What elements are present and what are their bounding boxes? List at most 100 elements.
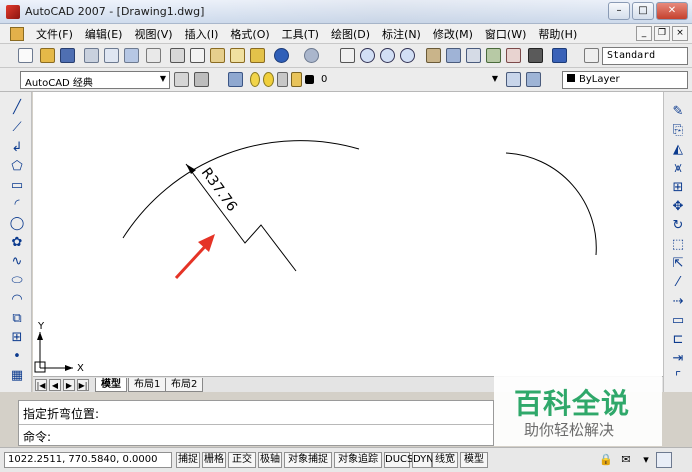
- text-style-icon[interactable]: [584, 48, 599, 63]
- point-icon[interactable]: •: [9, 349, 25, 365]
- menu-insert[interactable]: 插入(I): [179, 26, 225, 42]
- menu-window[interactable]: 窗口(W): [479, 26, 532, 42]
- insert-block-icon[interactable]: ⧉: [9, 311, 25, 327]
- matchprop-icon[interactable]: [146, 48, 161, 63]
- markup-icon[interactable]: [506, 48, 521, 63]
- document-icon[interactable]: [10, 26, 24, 41]
- arc-entity-right[interactable]: [505, 152, 597, 256]
- ortho-toggle[interactable]: 正交: [228, 452, 256, 468]
- status-menu-arrow-icon[interactable]: ▾: [638, 452, 654, 468]
- circle-icon[interactable]: ◯: [9, 216, 25, 232]
- make-block-icon[interactable]: ⊞: [9, 330, 25, 346]
- designcenter-icon[interactable]: [446, 48, 461, 63]
- minimize-button[interactable]: –: [608, 2, 630, 20]
- open-icon[interactable]: [40, 48, 55, 63]
- line-icon[interactable]: ╱: [9, 100, 25, 116]
- polar-toggle[interactable]: 极轴: [258, 452, 282, 468]
- workspace-save-icon[interactable]: [194, 72, 209, 87]
- ducs-toggle[interactable]: DUCS: [384, 452, 413, 468]
- spline-icon[interactable]: ∿: [9, 254, 25, 270]
- copy-object-icon[interactable]: ⎘: [669, 123, 687, 139]
- move-icon[interactable]: ✥: [669, 199, 687, 215]
- lineweight-toggle[interactable]: 线宽: [432, 452, 458, 468]
- menu-modify[interactable]: 修改(M): [427, 26, 479, 42]
- maximize-button[interactable]: □: [632, 2, 654, 20]
- layer-select[interactable]: 0 ▼: [316, 71, 502, 89]
- erase-icon[interactable]: ✎: [669, 104, 687, 120]
- next-tab-button[interactable]: ▶: [63, 379, 75, 391]
- tab-model[interactable]: 模型: [95, 378, 127, 392]
- arc-entity[interactable]: [122, 140, 360, 239]
- coordinate-readout[interactable]: 1022.2511, 770.5840, 0.0000: [4, 452, 172, 468]
- blockedit-icon[interactable]: [230, 48, 245, 63]
- properties-icon[interactable]: [426, 48, 441, 63]
- command-prompt[interactable]: 命令:: [23, 428, 51, 445]
- close-button[interactable]: ✕: [656, 2, 688, 20]
- clean-screen-icon[interactable]: [656, 452, 672, 468]
- fillet-icon[interactable]: ⌜: [669, 370, 687, 386]
- first-tab-button[interactable]: |◀: [35, 379, 47, 391]
- zoom-realtime-icon[interactable]: [360, 48, 375, 63]
- menu-draw[interactable]: 绘图(D): [325, 26, 376, 42]
- join-icon[interactable]: ⊏: [669, 332, 687, 348]
- workspace-select[interactable]: AutoCAD 经典 ▼: [20, 71, 170, 89]
- otrack-toggle[interactable]: 对象追踪: [334, 452, 382, 468]
- rotate-icon[interactable]: ↻: [669, 218, 687, 234]
- revision-cloud-icon[interactable]: ✿: [9, 235, 25, 251]
- rectangle-icon[interactable]: ▭: [9, 178, 25, 194]
- text-style-select[interactable]: Standard: [602, 47, 688, 65]
- publish-icon[interactable]: [124, 48, 139, 63]
- layer-viewport-icon[interactable]: [277, 72, 288, 87]
- sheetset-icon[interactable]: [486, 48, 501, 63]
- dyn-toggle[interactable]: DYN: [412, 452, 434, 468]
- snap-toggle[interactable]: 捕捉: [176, 452, 200, 468]
- menu-view[interactable]: 视图(V): [128, 26, 178, 42]
- prev-tab-button[interactable]: ◀: [49, 379, 61, 391]
- communication-center-icon[interactable]: ✉: [618, 452, 634, 468]
- scale-icon[interactable]: ⬚: [669, 237, 687, 253]
- command-window[interactable]: 指定折弯位置: 命令:: [18, 400, 494, 446]
- pencil-icon[interactable]: [250, 48, 265, 63]
- break-icon[interactable]: ▭: [669, 313, 687, 329]
- color-select[interactable]: ByLayer: [562, 71, 688, 89]
- workspace-settings-icon[interactable]: [174, 72, 189, 87]
- trim-icon[interactable]: ⁄: [669, 275, 687, 291]
- layer-lock-icon[interactable]: [291, 72, 302, 87]
- menu-edit[interactable]: 编辑(E): [79, 26, 129, 42]
- make-object-layer-current-icon[interactable]: [506, 72, 521, 87]
- layer-on-bulb-icon[interactable]: [250, 72, 260, 87]
- polyline-icon[interactable]: ↲: [9, 140, 25, 156]
- tab-layout2[interactable]: 布局2: [165, 378, 204, 392]
- menu-format[interactable]: 格式(O): [224, 26, 275, 42]
- offset-icon[interactable]: ⩙: [669, 161, 687, 177]
- autocad-app-icon[interactable]: [6, 5, 20, 19]
- doc-close-button[interactable]: ×: [672, 26, 688, 41]
- plot-preview-icon[interactable]: [104, 48, 119, 63]
- mirror-icon[interactable]: ◭: [669, 142, 687, 158]
- last-tab-button[interactable]: ▶|: [77, 379, 89, 391]
- extend-icon[interactable]: ⇢: [669, 294, 687, 310]
- zoom-previous-icon[interactable]: [400, 48, 415, 63]
- osnap-toggle[interactable]: 对象捕捉: [284, 452, 332, 468]
- hatch-icon[interactable]: ▦: [9, 368, 25, 384]
- new-icon[interactable]: [18, 48, 33, 63]
- doc-minimize-button[interactable]: _: [636, 26, 652, 41]
- stretch-icon[interactable]: ⇱: [669, 256, 687, 272]
- menu-dimension[interactable]: 标注(N): [376, 26, 427, 42]
- zoom-window-icon[interactable]: [380, 48, 395, 63]
- ellipse-icon[interactable]: ⬭: [9, 273, 25, 289]
- construction-line-icon[interactable]: ⟋: [9, 120, 25, 136]
- redo-icon[interactable]: [304, 48, 319, 63]
- chamfer-icon[interactable]: ⇥: [669, 351, 687, 367]
- polygon-icon[interactable]: ⬠: [9, 159, 25, 175]
- calculator-icon[interactable]: [528, 48, 543, 63]
- grid-toggle[interactable]: 栅格: [202, 452, 226, 468]
- arc-icon[interactable]: ◜: [9, 197, 25, 213]
- model-space-toggle[interactable]: 模型: [460, 452, 488, 468]
- tab-layout1[interactable]: 布局1: [128, 378, 167, 392]
- pan-icon[interactable]: [340, 48, 355, 63]
- array-icon[interactable]: ⊞: [669, 180, 687, 196]
- ellipse-arc-icon[interactable]: ◠: [9, 292, 25, 308]
- save-icon[interactable]: [60, 48, 75, 63]
- paste-icon[interactable]: [210, 48, 225, 63]
